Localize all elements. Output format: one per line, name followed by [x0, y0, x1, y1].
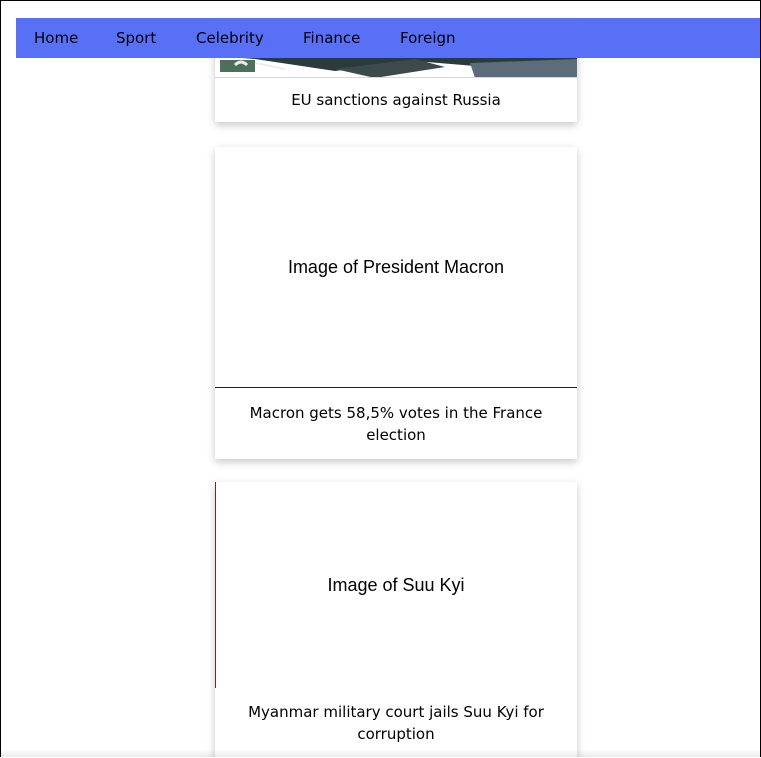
article-caption: Macron gets 58,5% votes in the France el… [249, 404, 543, 444]
image-edge [215, 482, 216, 688]
image-alt-text: Image of Suu Kyi [327, 574, 465, 595]
nav-item-foreign[interactable]: Foreign [400, 30, 456, 47]
top-navbar: Home Sport Celebrity Finance Foreign [16, 18, 760, 58]
article-caption: Myanmar military court jails Suu Kyi for… [248, 703, 544, 743]
nav-item-sport[interactable]: Sport [116, 30, 156, 47]
article-image-macron: Image of President Macron [215, 147, 577, 387]
nav-item-home[interactable]: Home [34, 30, 78, 47]
article-card-suu-kyi[interactable]: Image of Suu Kyi Myanmar military court … [215, 482, 577, 757]
nav-item-finance[interactable]: Finance [303, 30, 360, 47]
article-card-macron[interactable]: Image of President Macron Macron gets 58… [215, 147, 577, 459]
viewport-bottom-fade [1, 749, 760, 757]
image-divider [215, 387, 577, 388]
article-caption: EU sanctions against Russia [291, 91, 501, 109]
nav-item-celebrity[interactable]: Celebrity [196, 30, 264, 47]
article-image-suu-kyi: Image of Suu Kyi [215, 482, 577, 688]
browser-viewport: Home Sport Celebrity Finance Foreign EU … [0, 0, 761, 757]
image-alt-text: Image of President Macron [287, 256, 505, 277]
